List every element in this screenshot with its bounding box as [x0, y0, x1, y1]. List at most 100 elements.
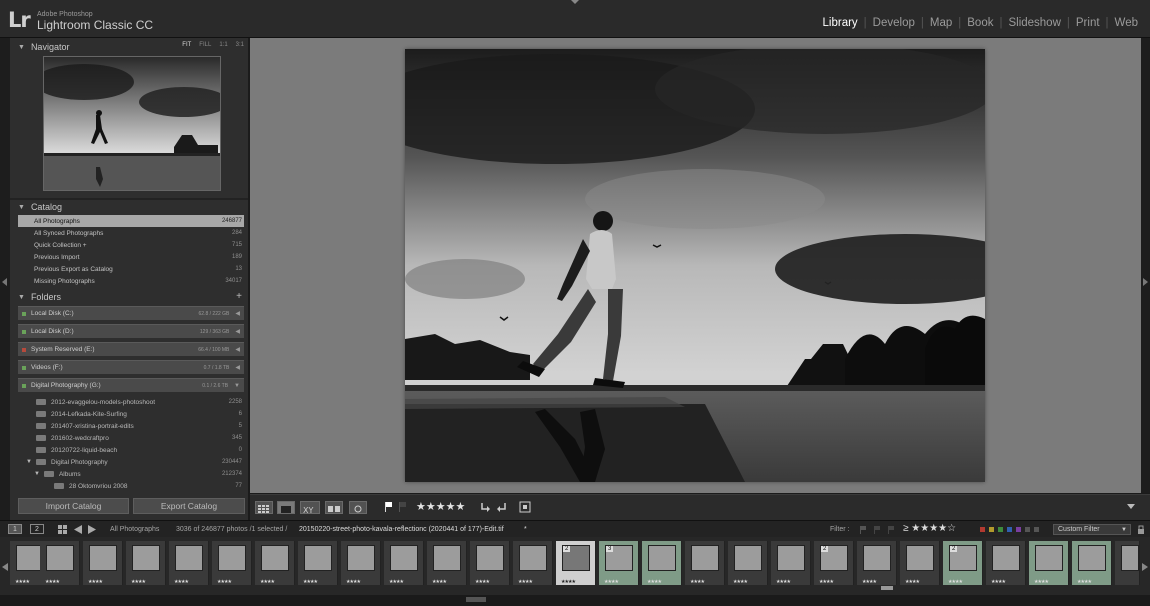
zoom-3-1[interactable]: 3:1 [236, 42, 244, 48]
filmstrip-thumbnail[interactable]: 2 ★★★★ [943, 541, 983, 585]
loupe-view-button[interactable] [277, 501, 295, 514]
filmstrip-thumbnail[interactable]: ★★★★ [212, 541, 252, 585]
filmstrip-thumbnail[interactable]: ★★★★ [513, 541, 553, 585]
folder-item[interactable]: 28 Oktomvriou 2008 77 [18, 480, 244, 492]
module-develop[interactable]: Develop [867, 17, 921, 29]
collapse-top-arrow-icon[interactable] [571, 0, 579, 5]
catalog-header[interactable]: ▼ Catalog [18, 200, 62, 214]
filter-star-rating[interactable]: ≥ ★★★★☆ [903, 523, 956, 534]
collapse-arrow-icon[interactable]: ▼ [234, 383, 240, 389]
secondary-window-1-button[interactable]: 1 [8, 524, 22, 534]
filmstrip-thumbnail[interactable] [1115, 541, 1140, 585]
filmstrip-thumbnail-selected[interactable]: 2 ★★★★ [556, 541, 596, 585]
catalog-item-all-photographs[interactable]: All Photographs 246877 [18, 215, 244, 227]
filmstrip-collapse-handle[interactable] [466, 597, 486, 602]
crop-overlay-icon[interactable] [518, 500, 532, 514]
filmstrip-thumbnail[interactable]: ★★★★ [986, 541, 1026, 585]
filmstrip-thumbnail[interactable]: ★★★★ [771, 541, 811, 585]
collapse-left-arrow-icon[interactable] [2, 278, 7, 286]
collapse-right-arrow-icon[interactable] [1143, 278, 1148, 286]
filmstrip-thumbnail[interactable]: ★★★★ [427, 541, 467, 585]
filmstrip-thumbnail[interactable]: ★★★★ [255, 541, 295, 585]
catalog-item-previous-import[interactable]: Previous Import 189 [18, 251, 244, 263]
rotate-right-icon[interactable] [496, 501, 508, 513]
expand-arrow-icon[interactable]: ◀ [235, 346, 240, 353]
catalog-item-all-synced[interactable]: All Synced Photographs 284 [18, 227, 244, 239]
filmstrip-thumbnail[interactable]: ★★★★ [341, 541, 381, 585]
right-panel-edge[interactable] [1141, 38, 1150, 493]
filmstrip-thumbnail[interactable]: ★★★★ [857, 541, 897, 585]
star-rating[interactable]: ★★★★★ [416, 500, 465, 513]
secondary-window-2-button[interactable]: 2 [30, 524, 44, 534]
filmstrip-thumbnail[interactable]: ★★★★ [642, 541, 682, 585]
filter-lock-icon[interactable] [1137, 525, 1145, 534]
folder-item-albums[interactable]: ▼ Albums 212374 [18, 468, 244, 480]
filmstrip-thumbnail[interactable]: ★★★★ [40, 541, 80, 585]
filmstrip-thumbnail[interactable]: ★★★★ [1072, 541, 1112, 585]
toolbar-menu-arrow-icon[interactable] [1127, 504, 1135, 510]
folder-item[interactable]: 201602-wedcraftpro 345 [18, 432, 244, 444]
volume-videos[interactable]: Videos (F:) 0.7 / 1.8 TB ◀ [18, 360, 244, 374]
filmstrip-thumbnail[interactable]: ★★★★ [900, 541, 940, 585]
folder-item[interactable]: 201407-xristina-portrait-edits 5 [18, 420, 244, 432]
folder-item-digital-photography[interactable]: ▼ Digital Photography 230447 [18, 456, 244, 468]
volume-system-reserved[interactable]: System Reserved (E:) 66.4 / 100 MB ◀ [18, 342, 244, 356]
rotate-left-icon[interactable] [479, 501, 491, 513]
folder-item[interactable]: 2012-evaggelou-models-photoshoot 2258 [18, 396, 244, 408]
catalog-item-missing-photographs[interactable]: Missing Photographs 34017 [18, 275, 244, 287]
folders-header[interactable]: ▼ Folders [18, 290, 61, 304]
expand-triangle-icon[interactable]: ▼ [26, 459, 32, 465]
module-library[interactable]: Library [817, 17, 864, 29]
filmstrip-thumbnail[interactable]: 2 ★★★★ [814, 541, 854, 585]
people-view-button[interactable] [349, 501, 367, 514]
folder-item[interactable]: 20120722-liquid-beach 0 [18, 444, 244, 456]
filmstrip-scroll-left-icon[interactable] [2, 563, 8, 571]
folder-item[interactable]: 2014-Lefkada-Kite-Surfing 6 [18, 408, 244, 420]
filter-flags-icon[interactable] [858, 524, 898, 535]
selected-filename[interactable]: 20150220-street-photo-kavala-reflectionc… [299, 526, 504, 533]
grid-view-button[interactable] [255, 501, 273, 514]
volume-digital-photography[interactable]: Digital Photography (G:) 0.1 / 2.6 TB ▼ [18, 378, 244, 392]
filmstrip-thumbnail[interactable]: 3 ★★★★ [599, 541, 639, 585]
compare-view-button[interactable]: XY [300, 501, 320, 515]
custom-filter-dropdown[interactable]: Custom Filter ▼ [1053, 524, 1131, 535]
filmstrip-scrollbar-thumb[interactable] [881, 586, 893, 590]
navigator-header[interactable]: ▼ Navigator [18, 40, 69, 54]
module-web[interactable]: Web [1109, 17, 1144, 29]
filmstrip-scroll-right-icon[interactable] [1142, 563, 1148, 571]
module-map[interactable]: Map [924, 17, 958, 29]
zoom-fill[interactable]: FILL [199, 42, 211, 48]
navigator-preview[interactable] [43, 56, 221, 191]
forward-arrow-icon[interactable] [88, 525, 96, 534]
add-folder-icon[interactable]: + [236, 291, 242, 302]
filmstrip-thumbnail[interactable]: ★★★★ [298, 541, 338, 585]
import-catalog-button[interactable]: Import Catalog [18, 498, 129, 514]
flag-reject-icon[interactable] [398, 501, 408, 513]
export-catalog-button[interactable]: Export Catalog [133, 498, 245, 514]
source-label[interactable]: All Photographs [110, 526, 159, 533]
filmstrip-thumbnail[interactable]: ★★★★ [685, 541, 725, 585]
module-print[interactable]: Print [1070, 17, 1106, 29]
filmstrip-thumbnail[interactable]: ★★★★ [470, 541, 510, 585]
expand-arrow-icon[interactable]: ◀ [235, 328, 240, 335]
back-arrow-icon[interactable] [74, 525, 82, 534]
catalog-item-previous-export[interactable]: Previous Export as Catalog 13 [18, 263, 244, 275]
expand-arrow-icon[interactable]: ◀ [235, 364, 240, 371]
filmstrip-thumbnail[interactable]: ★★★★ [1029, 541, 1069, 585]
module-slideshow[interactable]: Slideshow [1002, 17, 1066, 29]
flag-pick-icon[interactable] [384, 501, 394, 513]
module-book[interactable]: Book [961, 17, 999, 29]
color-label-filter-icon[interactable] [980, 526, 1042, 533]
filmstrip-thumbnail[interactable]: ★★★★ [384, 541, 424, 585]
filmstrip-thumbnail[interactable]: ★★★★ [728, 541, 768, 585]
main-photo[interactable] [405, 49, 985, 482]
left-panel-edge[interactable] [0, 38, 10, 520]
zoom-1-1[interactable]: 1:1 [219, 42, 227, 48]
volume-local-disk-c[interactable]: Local Disk (C:) 62.8 / 222 GB ◀ [18, 306, 244, 320]
grid-icon[interactable] [58, 525, 68, 535]
filmstrip-thumbnail[interactable]: ★★★★ [126, 541, 166, 585]
expand-arrow-icon[interactable]: ◀ [235, 310, 240, 317]
filmstrip-thumbnail[interactable]: ★★★★ [169, 541, 209, 585]
volume-local-disk-d[interactable]: Local Disk (D:) 129 / 363 GB ◀ [18, 324, 244, 338]
expand-triangle-icon[interactable]: ▼ [34, 471, 40, 477]
